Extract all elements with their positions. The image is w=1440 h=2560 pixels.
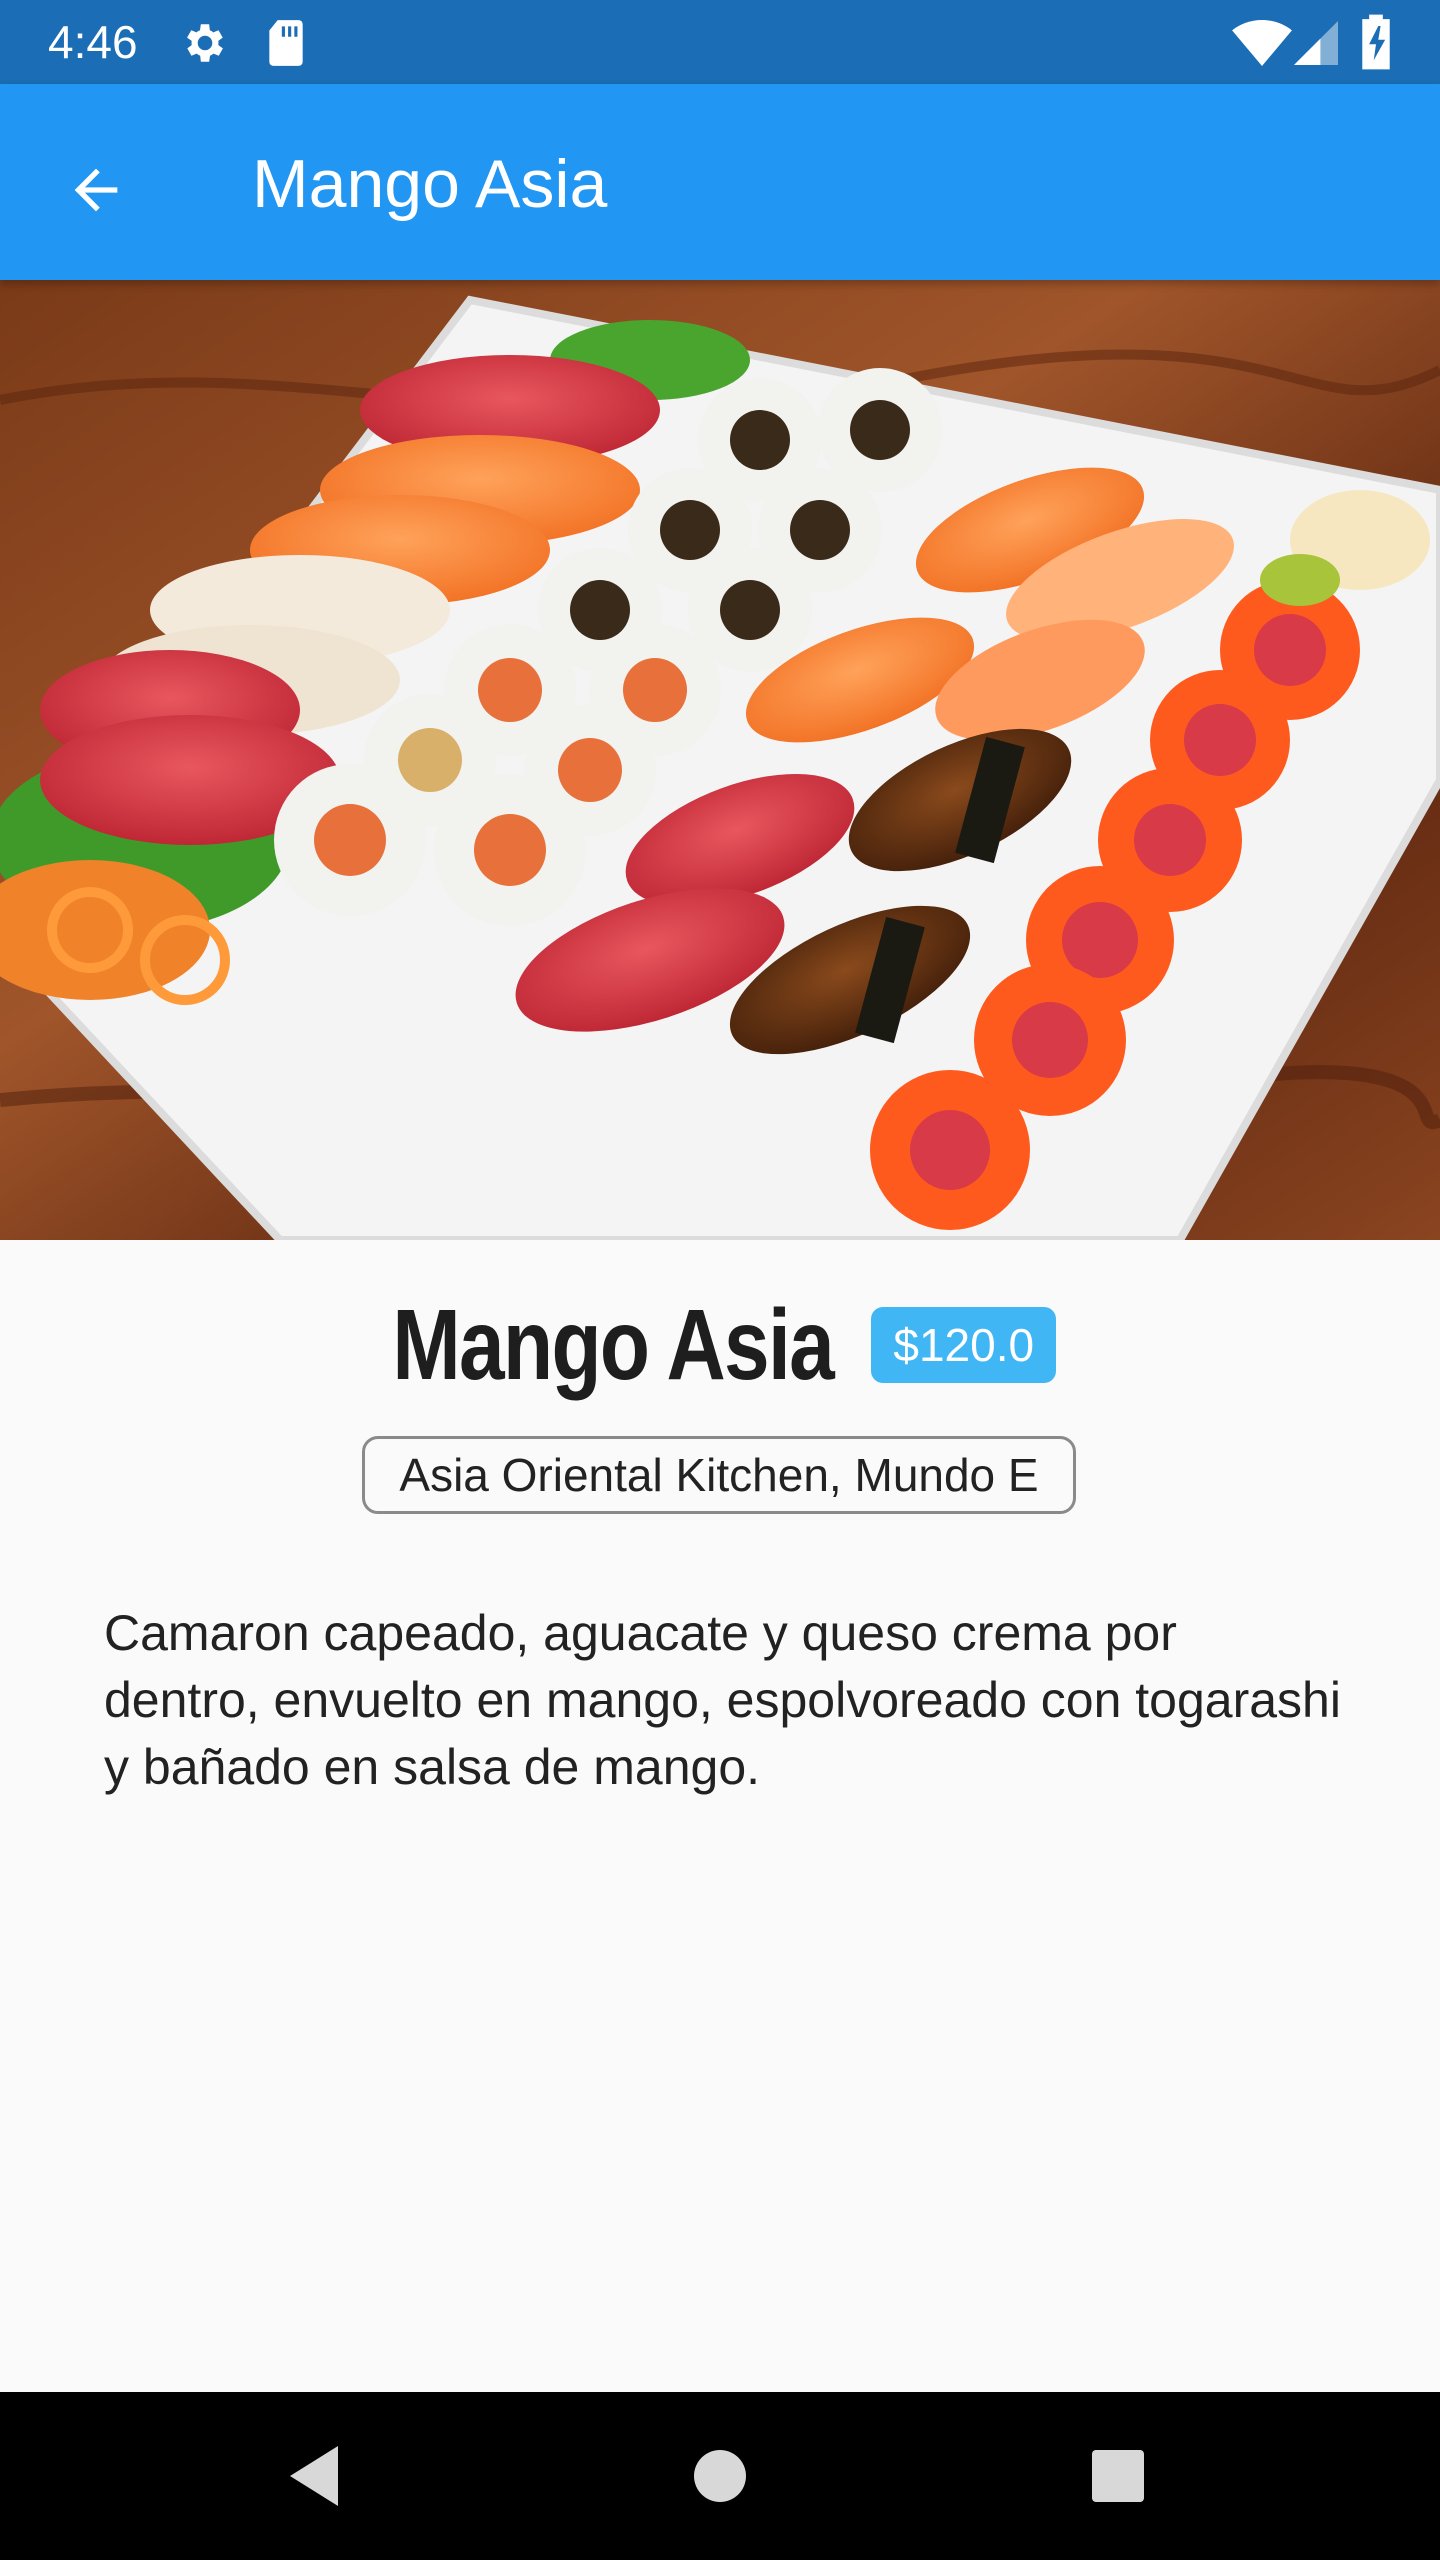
price-badge: $120.0 [871, 1307, 1057, 1383]
page-title: Mango Asia [252, 146, 608, 222]
nav-recents-button[interactable] [1070, 2428, 1166, 2524]
arrow-back-icon [64, 158, 128, 227]
battery-charging-icon [1360, 14, 1392, 75]
status-bar: 4:46 [0, 0, 1440, 84]
screen: 4:46 Mango Asia Mango Asia $120.0 Asia O… [0, 0, 1440, 2560]
recents-square-icon [1070, 2450, 1166, 2528]
dish-image [0, 280, 1440, 1240]
nav-home-button[interactable] [672, 2428, 768, 2524]
restaurant-chip[interactable]: Asia Oriental Kitchen, Mundo E [362, 1436, 1076, 1514]
status-time: 4:46 [48, 16, 138, 68]
wifi-icon [1232, 20, 1292, 71]
sd-card-icon [264, 18, 308, 73]
nav-back-button[interactable] [268, 2428, 364, 2524]
back-button[interactable] [40, 134, 136, 230]
dish-description: Camaron capeado, aguacate y queso crema … [104, 1605, 1341, 1795]
navigation-bar [0, 2392, 1440, 2560]
back-triangle-icon [268, 2446, 364, 2528]
app-bar: Mango Asia [0, 84, 1440, 280]
home-circle-icon [672, 2450, 768, 2528]
gear-icon [180, 18, 230, 73]
dish-title-row: Mango Asia $120.0 [0, 1280, 1440, 1410]
dish-name: Mango Asia [392, 1288, 834, 1401]
signal-icon [1294, 20, 1338, 71]
sushi-platter-illustration [0, 280, 1440, 1240]
